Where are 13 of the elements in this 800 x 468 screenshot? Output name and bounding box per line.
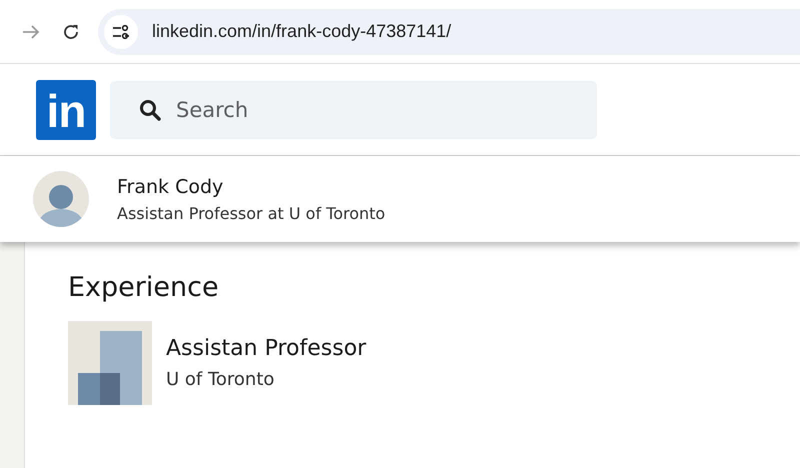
section-title: Experience [68, 272, 220, 303]
company-name: U of Toronto [166, 369, 276, 390]
profile-name[interactable]: Frank Cody [117, 176, 386, 198]
reload-icon[interactable] [62, 22, 80, 40]
search-field[interactable]: Search [110, 80, 597, 138]
linkedin-logo[interactable]: in [36, 80, 96, 140]
site-settings-icon[interactable] [104, 14, 138, 48]
job-title: Assistan Professor [166, 336, 366, 361]
profile-headline: Assistan Professor at U of Toronto [117, 204, 386, 222]
search-icon [138, 98, 162, 122]
forward-arrow-icon[interactable] [22, 24, 40, 40]
url-text[interactable]: linkedin.com/in/frank-cody-47387141/ [152, 21, 452, 42]
company-logo-icon[interactable] [68, 321, 152, 405]
